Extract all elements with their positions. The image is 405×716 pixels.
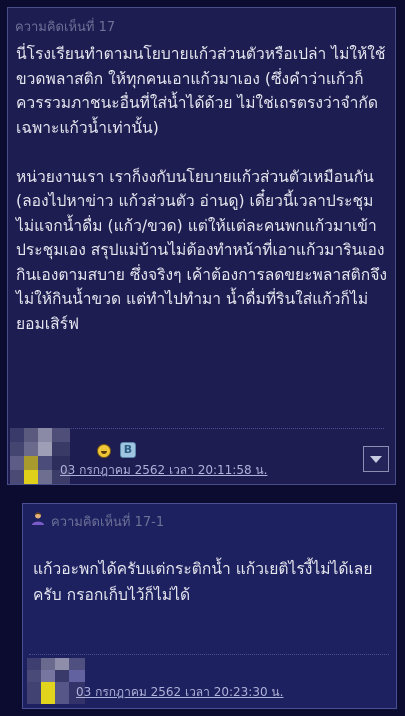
- member-badge-icon: B: [120, 442, 136, 458]
- reply-number: ความคิดเห็นที่ 17-1: [51, 515, 165, 530]
- comment-date-link[interactable]: 03 กรกฎาคม 2562 เวลา 20:11:58 น.: [60, 461, 267, 480]
- chevron-down-icon: [370, 456, 382, 463]
- comment-number: ความคิดเห็นที่ 17: [15, 20, 116, 35]
- reply-text: แก้วอะพกได้ครับแต่กระติกน้ำ แก้วเยติไรงี…: [33, 560, 373, 604]
- comment-card: ความคิดเห็นที่ 17 นี่โรงเรียนทำตามนโยบาย…: [7, 7, 396, 485]
- reply-date-link[interactable]: 03 กรกฎาคม 2562 เวลา 20:23:30 น.: [76, 683, 283, 702]
- comment-paragraph-1: นี่โรงเรียนทำตามนโยบายแก้วส่วนตัวหรือเปล…: [16, 45, 386, 137]
- comment-text: นี่โรงเรียนทำตามนโยบายแก้วส่วนตัวหรือเปล…: [16, 42, 388, 336]
- comment-menu-button[interactable]: [363, 446, 389, 472]
- user-icon: [32, 512, 44, 525]
- reply-card: ความคิดเห็นที่ 17-1 แก้วอะพกได้ครับแต่กร…: [22, 503, 397, 709]
- reply-footer-divider: [29, 654, 389, 655]
- laughing-face-icon: [97, 444, 111, 458]
- comment-paragraph-2: หน่วยงานเรา เราก็งงกับนโยบายแก้วส่วนตัวเ…: [16, 167, 387, 333]
